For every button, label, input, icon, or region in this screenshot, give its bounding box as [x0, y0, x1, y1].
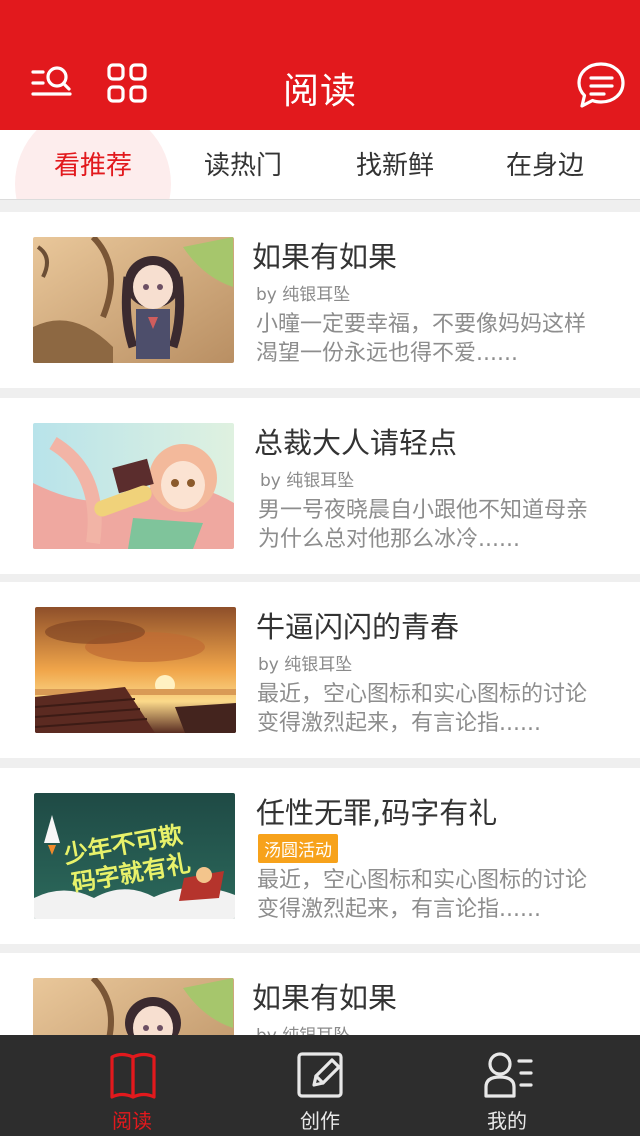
- category-tabs: 看推荐 读热门 找新鲜 在身边: [0, 130, 640, 200]
- tab-recommended[interactable]: 看推荐: [18, 130, 168, 199]
- tab-hot[interactable]: 读热门: [168, 130, 318, 199]
- article-summary: 最近，空心图标和实心图标的讨论变得激烈起来，有言论指......: [257, 682, 588, 736]
- article-title: 如果有如果: [252, 981, 398, 1015]
- article-title: 如果有如果: [252, 240, 398, 274]
- article-author: by 纯银耳坠: [256, 285, 351, 305]
- bottom-nav: 阅读 创作 我的: [0, 1035, 640, 1136]
- nav-create[interactable]: 创作: [260, 1035, 380, 1136]
- page-title: 阅读: [282, 71, 357, 112]
- profile-icon: [483, 1049, 533, 1101]
- article-title: 任性无罪,码字有礼: [256, 796, 498, 830]
- article-card[interactable]: 如果有如果 by 纯银耳坠 小曈一定要幸福，不要像妈妈这样渴望一份永远也得不爱.…: [0, 212, 640, 388]
- article-summary: 男一号夜晓晨自小跟他不知道母亲为什么总对他那么冰冷......: [258, 498, 589, 552]
- nav-create-label: 创作: [300, 1109, 340, 1133]
- edit-icon: [296, 1049, 346, 1101]
- article-thumbnail: [33, 237, 234, 363]
- tab-new[interactable]: 找新鲜: [320, 130, 470, 199]
- app-screen: 阅读 看推荐 读热门 找新鲜 在身边 如果有如果 by 纯银耳坠 小曈一定要幸福…: [0, 0, 640, 1136]
- article-thumbnail: 少年不可欺 码字就有礼: [34, 793, 235, 919]
- article-card[interactable]: 牛逼闪闪的青春 by 纯银耳坠 最近，空心图标和实心图标的讨论变得激烈起来，有言…: [0, 582, 640, 758]
- article-title: 牛逼闪闪的青春: [256, 610, 460, 644]
- nav-read-label: 阅读: [112, 1109, 152, 1133]
- tab-nearby[interactable]: 在身边: [470, 130, 620, 199]
- article-title: 总裁大人请轻点: [254, 426, 458, 460]
- article-thumbnail: [33, 423, 234, 549]
- article-card[interactable]: 少年不可欺 码字就有礼 任性无罪,码字有礼 汤圆活动 最近，空心图标和实心图标的…: [0, 768, 640, 944]
- article-summary: 小曈一定要幸福，不要像妈妈这样渴望一份永远也得不爱......: [256, 312, 587, 366]
- article-thumbnail: [35, 607, 236, 733]
- article-summary: 最近，空心图标和实心图标的讨论变得激烈起来，有言论指......: [257, 868, 588, 922]
- event-badge: 汤圆活动: [258, 834, 338, 863]
- article-author: by 纯银耳坠: [258, 655, 353, 675]
- article-author: by 纯银耳坠: [260, 471, 355, 491]
- nav-mine[interactable]: 我的: [447, 1035, 567, 1136]
- message-icon[interactable]: [576, 60, 626, 110]
- nav-read[interactable]: 阅读: [72, 1035, 192, 1136]
- top-bar: 阅读: [0, 0, 640, 130]
- book-icon: [108, 1049, 158, 1101]
- nav-mine-label: 我的: [487, 1109, 527, 1133]
- article-card[interactable]: 总裁大人请轻点 by 纯银耳坠 男一号夜晓晨自小跟他不知道母亲为什么总对他那么冰…: [0, 398, 640, 574]
